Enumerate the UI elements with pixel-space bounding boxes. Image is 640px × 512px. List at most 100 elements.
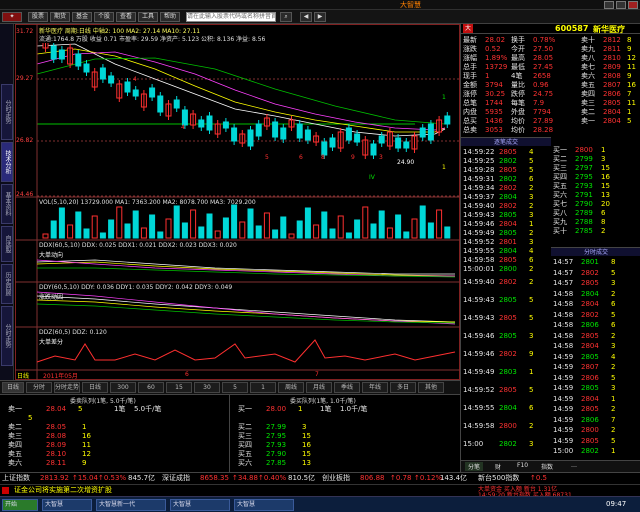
tab-other[interactable]: 其他 — [418, 382, 444, 393]
tab-finance[interactable]: 财 — [495, 462, 501, 471]
maximize-button[interactable] — [616, 1, 626, 9]
annotation-8: 8 — [321, 154, 325, 161]
menu-futures[interactable]: 期货 — [50, 12, 70, 22]
sh-index-name[interactable]: 上证指数 — [2, 473, 30, 484]
volume-bar — [395, 214, 402, 239]
close-button[interactable] — [628, 1, 638, 9]
quote-label: 总卖 — [463, 126, 477, 134]
taskbar-item-2[interactable]: 大智慧新一代 — [96, 499, 166, 511]
bid-label: 买九 — [553, 218, 567, 226]
tab-300[interactable]: 300 — [110, 382, 136, 393]
tab-week[interactable]: 周线 — [278, 382, 304, 393]
tab-day[interactable]: 日线 — [82, 382, 108, 393]
buy2-label: 买二 — [238, 423, 252, 431]
tab-minute[interactable]: 分时 — [26, 382, 52, 393]
tab-more[interactable]: … — [571, 462, 577, 469]
tab-index[interactable]: 指数 — [541, 462, 553, 471]
trade-price: 2802 — [581, 268, 599, 277]
cy-index-name[interactable]: 创业板指 — [322, 473, 350, 484]
date-label-6: 6 — [185, 371, 189, 378]
tick-vol: 6 — [529, 175, 534, 183]
quote-label: 总买 — [463, 117, 477, 125]
ddz-title: 大单差分 — [39, 339, 64, 346]
menu-tools[interactable]: 工具 — [138, 12, 158, 22]
sell1-queue: 5 — [28, 414, 33, 422]
tick-vol: 3 — [529, 440, 534, 448]
menu-stock[interactable]: 个股 — [94, 12, 114, 22]
sz-index-name[interactable]: 深证成指 — [162, 473, 190, 484]
trade-vol: 7 — [611, 415, 616, 424]
tick-vol: 6 — [529, 404, 534, 412]
tab-intraday[interactable]: 分时走势 — [1, 84, 13, 140]
volume-bar — [165, 218, 172, 239]
tick-vol: 4 — [529, 247, 534, 255]
tab-ticks[interactable]: 分笔 — [465, 462, 484, 471]
tab-fundamentals[interactable]: 基本资料 — [1, 184, 13, 224]
volume-bar — [67, 224, 74, 239]
tab-quarter[interactable]: 季线 — [334, 382, 360, 393]
tick-time: 14:59:31 — [463, 175, 495, 183]
buy5-label: 买五 — [238, 450, 252, 458]
quote-label-2: 量比 — [511, 81, 525, 89]
bid-label: 买七 — [553, 200, 567, 208]
buy1-label: 买一 — [238, 405, 252, 413]
taskbar-item-1[interactable]: 大智慧 — [42, 499, 92, 511]
tab-5[interactable]: 5 — [222, 382, 248, 393]
tab-30[interactable]: 30 — [194, 382, 220, 393]
tab-month[interactable]: 月线 — [306, 382, 332, 393]
tick-time: 14:59:25 — [463, 157, 495, 165]
quote-value: 5935 — [485, 108, 503, 116]
sell-queue-header: 委卖队列(1笔, 5.0千/笔) — [70, 398, 136, 405]
news-headline[interactable]: 证金公司将实施第二次增资扩股 — [14, 485, 112, 496]
volume-bar — [321, 211, 328, 239]
sell3-label: 卖三 — [8, 432, 22, 440]
date-label-month: 2011年05月 — [43, 373, 78, 380]
search-input[interactable]: 请在此输入股票代码或名称拼音首字母 — [186, 12, 276, 22]
back-icon[interactable]: ◀ — [300, 12, 312, 22]
trade-vol: 6 — [611, 300, 616, 308]
tab-year[interactable]: 年线 — [362, 382, 388, 393]
tab-watchlist[interactable]: 自选股 — [1, 226, 13, 262]
tick-price: 2801 — [499, 238, 517, 246]
tab-1[interactable]: 1 — [250, 382, 276, 393]
forward-icon[interactable]: ▶ — [314, 12, 326, 22]
trade-time: 14:59 — [553, 363, 574, 371]
tab-f10[interactable]: F10 — [517, 462, 528, 469]
menu-view[interactable]: 查看 — [116, 12, 136, 22]
tab-15[interactable]: 15 — [166, 382, 192, 393]
menu-funds[interactable]: 基金 — [72, 12, 92, 22]
tab-daily[interactable]: 日线 — [2, 382, 24, 393]
price-label-3: 26.82 — [16, 137, 34, 144]
buy-queue-header: 委买队列(1笔, 1.0千/笔) — [290, 398, 356, 405]
menu-help[interactable]: 帮助 — [160, 12, 180, 22]
logo-icon[interactable]: ✦ — [2, 12, 22, 22]
tab-multiday[interactable]: 多日 — [390, 382, 416, 393]
tab-60[interactable]: 60 — [138, 382, 164, 393]
taskbar-item-3[interactable]: 大智慧 — [170, 499, 230, 511]
menu-stocks[interactable]: 股票 — [28, 12, 48, 22]
hs-index-name[interactable]: 新台500指数 — [478, 473, 519, 484]
start-button[interactable]: 开始 — [2, 499, 38, 511]
minimize-button[interactable] — [604, 1, 614, 9]
kline-chart-area[interactable]: 31.72 29.27 26.82 24.46 24.90 新华医疗 周期:日线… — [15, 24, 460, 380]
tab-history[interactable]: 历史回顾 — [1, 264, 13, 304]
quote-value-2: 7794 — [533, 108, 551, 116]
ask-label: 卖二 — [581, 108, 595, 116]
taskbar-item-4[interactable]: 大智慧 — [234, 499, 294, 511]
tick-time: 14:59:52 — [463, 238, 495, 246]
tab-minute-trend[interactable]: 分时走势 — [54, 382, 80, 393]
minute-trade-header[interactable]: 分时成交 — [551, 247, 640, 256]
tab-technical[interactable]: 技术分析 — [1, 142, 13, 182]
volume-bar — [157, 231, 164, 239]
search-icon[interactable]: ⌕ — [280, 12, 292, 22]
tab-intraday-2[interactable]: 分时走势 — [1, 306, 13, 366]
bid-vol: 15 — [601, 164, 610, 172]
news-ticker: 证金公司将实施第二次增资扩股 大单资金 买入额 新台 1.31亿 14:59:2… — [0, 484, 640, 499]
tick-vol: 4 — [529, 148, 534, 156]
trade-price: 2805 — [581, 352, 599, 361]
ask-price: 2811 — [603, 45, 621, 53]
quote-value-2: 24.75 — [533, 90, 554, 98]
vol-legend: VOL(5,10,20) 13729.000 MA1: 7363.200 MA2… — [39, 199, 256, 206]
buy5-vol: 15 — [302, 450, 311, 458]
tick-section-header[interactable]: 逐笔成交 — [461, 137, 551, 146]
